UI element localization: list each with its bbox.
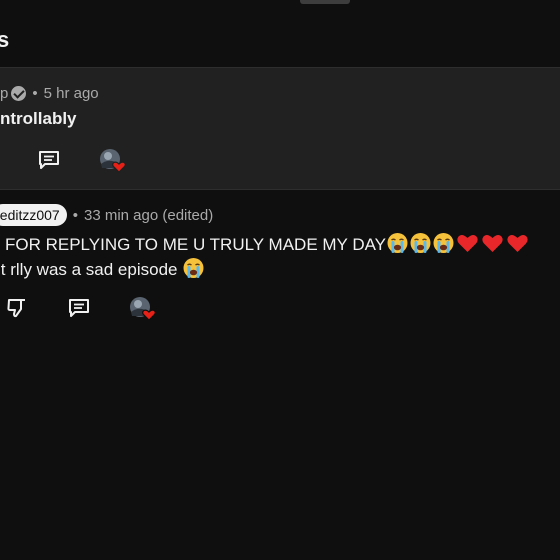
- panel-title: s: [0, 27, 10, 52]
- reply-icon[interactable]: [38, 150, 60, 170]
- creator-heart-icon[interactable]: [99, 148, 127, 174]
- comment-line-1-text: FOR REPLYING TO ME U TRULY MADE MY DAY: [5, 235, 387, 254]
- comment-text: ntrollably: [0, 109, 77, 128]
- reply-icon[interactable]: [68, 298, 90, 318]
- drag-handle[interactable]: [300, 0, 350, 4]
- loudly-crying-face-emoji: [183, 258, 204, 278]
- loudly-crying-face-emoji: [433, 233, 454, 253]
- comment-meta: p • 5 hr ago: [0, 85, 99, 102]
- comment-timestamp[interactable]: 33 min ago (edited): [84, 207, 213, 224]
- meta-separator: •: [32, 85, 38, 102]
- comment-timestamp[interactable]: 5 hr ago: [44, 85, 99, 102]
- comment-line-2: it rlly was a sad episode: [0, 257, 205, 280]
- comment-author[interactable]: p: [0, 85, 8, 102]
- meta-separator: •: [72, 206, 78, 224]
- red-heart-emoji: [482, 235, 503, 252]
- creator-heart-icon[interactable]: [129, 296, 157, 322]
- comment-author-badge[interactable]: _editzz007: [0, 204, 67, 226]
- dislike-icon[interactable]: [6, 297, 28, 319]
- verified-check-icon: [11, 86, 27, 101]
- red-heart-emoji: [507, 235, 528, 252]
- comment-highlighted: p • 5 hr ago ntrollably: [0, 68, 560, 189]
- loudly-crying-face-emoji: [410, 233, 431, 253]
- comment: _editzz007 • 33 min ago (edited) FOR REP…: [0, 190, 560, 330]
- comment-meta: _editzz007 • 33 min ago (edited): [0, 204, 213, 226]
- panel-header: s: [0, 0, 560, 67]
- comment-line-2-text: it rlly was a sad episode: [0, 260, 178, 279]
- red-heart-emoji: [457, 235, 478, 252]
- loudly-crying-face-emoji: [387, 233, 408, 253]
- comment-line-1: FOR REPLYING TO ME U TRULY MADE MY DAY: [5, 232, 530, 255]
